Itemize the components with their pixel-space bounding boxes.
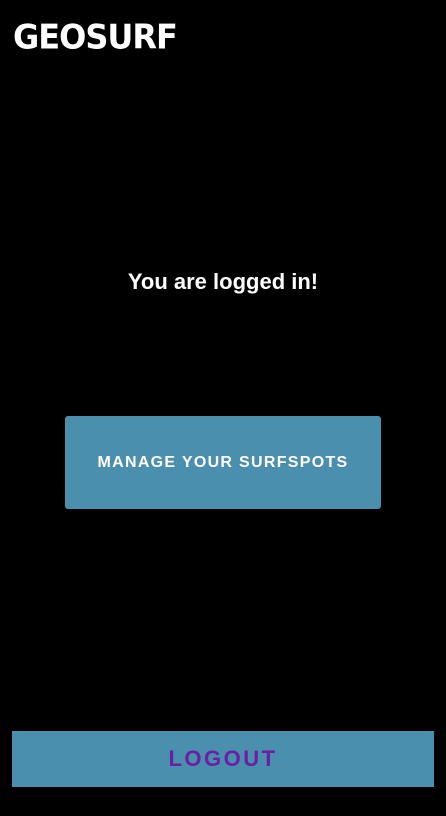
logout-button[interactable]: LOGOUT <box>12 731 434 787</box>
manage-surfspots-button[interactable]: MANAGE YOUR SURFSPOTS <box>65 416 381 509</box>
login-status-text: You are logged in! <box>127 269 319 294</box>
app-logo: GEOSURF <box>13 17 178 57</box>
